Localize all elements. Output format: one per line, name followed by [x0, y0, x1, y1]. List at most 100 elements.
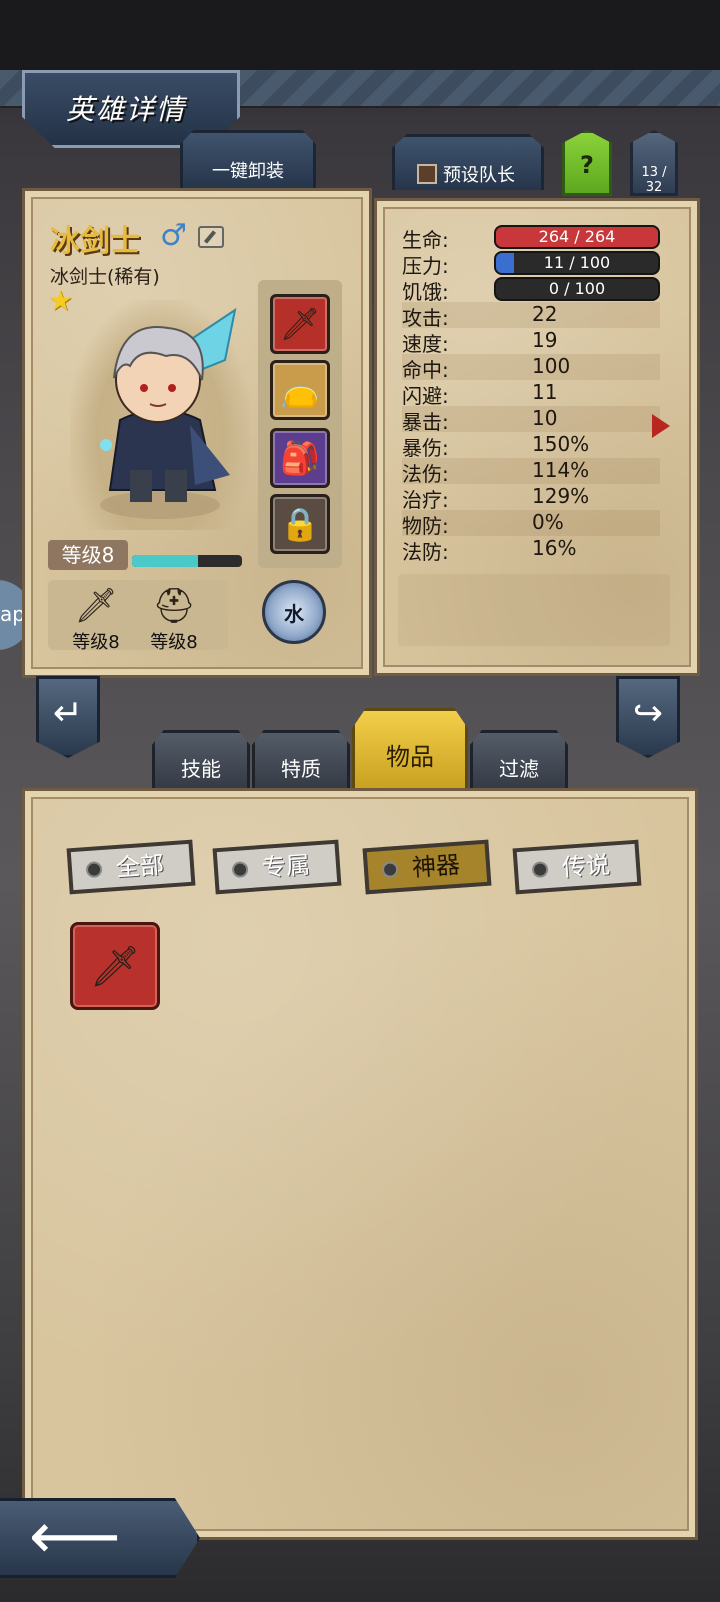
- unequip-all-button[interactable]: 一键卸装: [180, 130, 316, 188]
- stat-row: 攻击: 22: [402, 302, 660, 330]
- stat-row: 法防: 16%: [402, 536, 660, 564]
- next-hero-button[interactable]: ↪: [616, 676, 680, 758]
- status-bar-area: [0, 0, 720, 70]
- arrow-right-icon: ↪: [632, 693, 664, 734]
- stat-value: 16%: [532, 536, 577, 560]
- preset-leader-checkbox[interactable]: [417, 164, 437, 184]
- stress-bar: 11 / 100: [494, 251, 660, 275]
- page-title: 英雄详情: [66, 93, 187, 126]
- tab-filter[interactable]: 过滤: [470, 730, 568, 790]
- sword-icon: 🗡: [279, 305, 321, 343]
- male-icon: ♂: [160, 218, 187, 253]
- radio-dot-icon: [531, 861, 549, 879]
- stat-label: 命中:: [402, 358, 449, 382]
- stat-label: 暴击:: [402, 410, 449, 434]
- crystal-sword-icon: 🗡: [89, 943, 141, 990]
- items-panel: [22, 788, 698, 1540]
- hero-portrait: [70, 300, 250, 530]
- expand-stats-arrow-icon[interactable]: [652, 414, 670, 438]
- tab-skills-label: 技能: [181, 757, 221, 781]
- radio-dot-icon: [381, 861, 399, 879]
- stat-label: 暴伤:: [402, 436, 449, 460]
- hero-level: 等级8: [48, 540, 128, 570]
- stat-row: 治疗: 129%: [402, 484, 660, 512]
- stat-value: 0%: [532, 510, 564, 534]
- help-icon: ?: [580, 151, 594, 179]
- hp-bar: 264 / 264: [494, 225, 660, 249]
- stat-row: 暴伤: 150%: [402, 432, 660, 460]
- stat-value: 150%: [532, 432, 590, 456]
- stat-row: 物防: 0%: [402, 510, 660, 538]
- bag-slot[interactable]: 🎒: [270, 428, 330, 488]
- stat-label: 物防:: [402, 514, 449, 538]
- stat-hunger: 饥饿: 0 / 100: [402, 276, 660, 304]
- hero-count-tab[interactable]: 13 / 32: [630, 130, 678, 196]
- unequip-all-label: 一键卸装: [212, 161, 284, 182]
- stat-label: 治疗:: [402, 488, 449, 512]
- hp-value: 264 / 264: [538, 227, 616, 246]
- stat-value: 100: [532, 354, 571, 378]
- filter-exclusive-button[interactable]: 专属: [212, 839, 342, 895]
- equipped-weapon[interactable]: 🗡 等级8: [56, 584, 136, 654]
- lock-icon: 🔒: [280, 505, 320, 543]
- stat-label: 攻击:: [402, 306, 449, 330]
- filter-artifact-button[interactable]: 神器: [362, 839, 492, 895]
- radio-dot-icon: [85, 861, 103, 879]
- weapon-slot[interactable]: 🗡: [270, 294, 330, 354]
- hero-name: 冰剑士: [50, 224, 140, 259]
- stat-label: 法伤:: [402, 462, 449, 486]
- tab-traits[interactable]: 特质: [252, 730, 350, 790]
- stat-label: 速度:: [402, 332, 449, 356]
- stat-stress: 压力: 11 / 100: [402, 250, 660, 278]
- stat-value: 129%: [532, 484, 590, 508]
- tab-filter-label: 过滤: [499, 757, 539, 781]
- stress-value: 11 / 100: [543, 253, 611, 272]
- preset-leader-toggle[interactable]: 预设队长: [392, 134, 544, 190]
- trinket-slot[interactable]: 👝: [270, 360, 330, 420]
- tab-items[interactable]: 物品: [352, 708, 468, 790]
- stat-row: 闪避: 11: [402, 380, 660, 408]
- filter-all-button[interactable]: 全部: [66, 839, 196, 895]
- stat-row: 速度: 19: [402, 328, 660, 356]
- stat-label: 法防:: [402, 540, 449, 564]
- preset-leader-label: 预设队长: [443, 165, 515, 186]
- equipped-armor[interactable]: ⛑ 等级8: [134, 584, 214, 654]
- filter-legend-button[interactable]: 传说: [512, 839, 642, 895]
- element-badge[interactable]: 水: [262, 580, 326, 644]
- help-button[interactable]: ?: [562, 130, 612, 196]
- xp-bar: [132, 555, 242, 567]
- locked-slot[interactable]: 🔒: [270, 494, 330, 554]
- stat-row: 法伤: 114%: [402, 458, 660, 486]
- filter-legend-label: 传说: [561, 850, 611, 883]
- helmet-icon: ⛑: [152, 586, 196, 626]
- stat-value: 10: [532, 406, 558, 430]
- xp-fill: [132, 555, 198, 567]
- element-label: 水: [284, 601, 304, 626]
- stat-value: 114%: [532, 458, 590, 482]
- stat-label: 闪避:: [402, 384, 449, 408]
- weapon-level: 等级8: [72, 632, 120, 653]
- radio-dot-icon: [231, 861, 249, 879]
- back-button[interactable]: ⟵: [0, 1498, 200, 1578]
- stat-value: 19: [532, 328, 558, 352]
- stat-label: 压力:: [402, 254, 449, 278]
- armor-level: 等级8: [150, 632, 198, 653]
- ice-swordsman-illustration: [100, 307, 237, 519]
- inventory-item[interactable]: 🗡: [70, 922, 160, 1010]
- tab-traits-label: 特质: [281, 757, 321, 781]
- edit-name-icon[interactable]: [198, 226, 224, 248]
- filter-artifact-label: 神器: [411, 850, 461, 883]
- back-arrow-icon: ⟵: [29, 1500, 121, 1574]
- hunger-bar: 0 / 100: [494, 277, 660, 301]
- stats-extra-area: [398, 574, 670, 646]
- filter-exclusive-label: 专属: [261, 850, 311, 883]
- stat-row: 暴击: 10: [402, 406, 660, 434]
- previous-hero-button[interactable]: ↵: [36, 676, 100, 758]
- stat-label: 生命:: [402, 228, 449, 252]
- hero-count: 13 / 32: [641, 165, 667, 195]
- backpack-icon: 🎒: [280, 439, 320, 477]
- pouch-icon: 👝: [280, 371, 320, 409]
- sword-icon: 🗡: [74, 586, 118, 626]
- stat-hp: 生命: 264 / 264: [402, 224, 660, 252]
- tab-skills[interactable]: 技能: [152, 730, 250, 790]
